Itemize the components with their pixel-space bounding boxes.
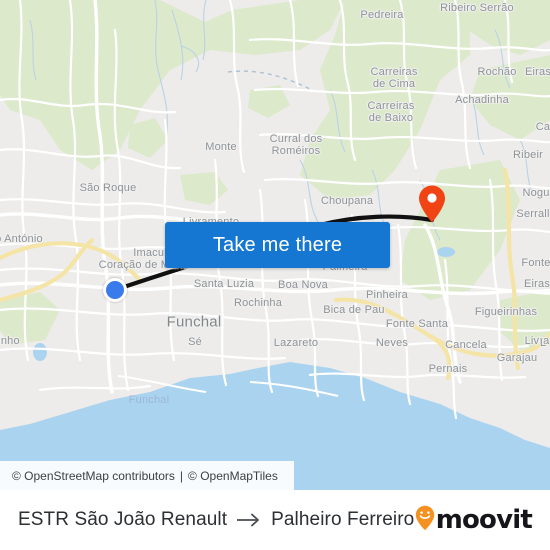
map-attribution: © OpenStreetMap contributors | © OpenMap… <box>0 461 294 490</box>
osm-attribution-link[interactable]: © OpenStreetMap contributors <box>12 469 175 483</box>
attribution-separator: | <box>179 468 184 483</box>
moovit-route-screenshot: Pedreira Ribeiro Serrão Carreiras de Cima C… <box>0 0 550 550</box>
arrow-right-icon <box>236 513 262 527</box>
map-pin-icon <box>419 185 445 223</box>
destination-marker[interactable] <box>417 184 447 224</box>
route-origin-label: ESTR São João Renault <box>18 509 228 530</box>
route-summary: ESTR São João Renault Palheiro Ferreiro <box>18 509 415 531</box>
route-footer: ESTR São João Renault Palheiro Ferreiro … <box>0 490 550 550</box>
moovit-pin-glyph <box>415 505 434 530</box>
map-canvas[interactable]: Pedreira Ribeiro Serrão Carreiras de Cima C… <box>0 0 550 490</box>
take-me-there-button[interactable]: Take me there <box>165 222 390 268</box>
openmaptiles-attribution-link[interactable]: © OpenMapTiles <box>188 469 278 483</box>
route-destination-label: Palheiro Ferreiro <box>271 509 415 530</box>
moovit-wordmark: moovit <box>435 505 533 535</box>
origin-marker[interactable] <box>103 278 127 302</box>
take-me-there-label: Take me there <box>212 233 343 256</box>
moovit-pin-icon <box>415 505 435 536</box>
moovit-logo[interactable]: moovit <box>415 505 533 536</box>
arrow-right-glyph <box>237 513 260 527</box>
